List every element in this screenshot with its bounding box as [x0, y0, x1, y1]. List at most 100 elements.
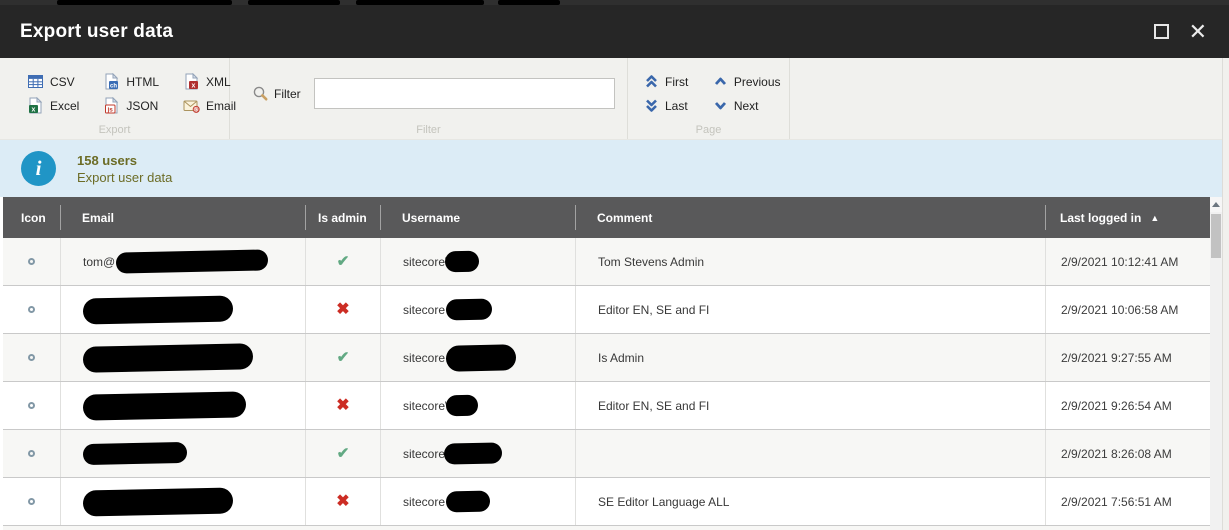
redacted-email: [83, 487, 234, 516]
column-header-last-logged-in[interactable]: Last logged in▲: [1045, 197, 1210, 238]
column-header-username[interactable]: Username: [380, 197, 575, 238]
filter-input[interactable]: [314, 78, 615, 109]
info-bar: i 158 users Export user data: [0, 140, 1229, 197]
page-last-button[interactable]: Last: [644, 98, 697, 113]
redacted-username: [446, 395, 478, 417]
button-label: Excel: [50, 99, 79, 113]
page-previous-button[interactable]: Previous: [713, 74, 789, 89]
last-logged-in-text: 2/9/2021 9:27:55 AM: [1061, 351, 1172, 365]
column-header-comment[interactable]: Comment: [575, 197, 1045, 238]
button-label: First: [665, 75, 688, 89]
dialog-title: Export user data: [20, 21, 173, 43]
export-json-button[interactable]: js JSON: [103, 97, 159, 114]
comment-text: SE Editor Language ALL: [598, 495, 729, 509]
table-row[interactable]: tom@ ✔ sitecore\ Tom Stevens Admin 2/9/2…: [3, 238, 1210, 286]
is-admin-mark: ✖: [336, 302, 349, 318]
close-button[interactable]: ✕: [1189, 21, 1207, 43]
search-icon: [252, 85, 269, 102]
vertical-scrollbar[interactable]: [1210, 197, 1222, 530]
column-header-email[interactable]: Email: [60, 197, 305, 238]
redacted-email: [83, 442, 187, 465]
sort-ascending-icon: ▲: [1150, 213, 1159, 223]
table-row[interactable]: ✖ sitecore SE Editor Language ALL 2/9/20…: [3, 478, 1210, 526]
username-text: sitecore\: [403, 255, 448, 269]
redacted-username: [445, 251, 479, 273]
group-label-filter: Filter: [230, 124, 627, 136]
redaction-mark: [57, 0, 232, 5]
maximize-icon: [1154, 24, 1169, 39]
user-icon: [28, 258, 35, 265]
group-label-export: Export: [0, 124, 229, 136]
username-text: sitecore: [403, 303, 445, 317]
table-row[interactable]: ✔ sitecore 2/9/2021 8:26:08 AM: [3, 430, 1210, 478]
double-chevron-up-icon: [644, 74, 659, 89]
user-icon: [28, 354, 35, 361]
partial-next-row: [3, 526, 1210, 530]
username-text: sitecore: [403, 351, 445, 365]
user-icon: [28, 306, 35, 313]
excel-icon: x: [27, 97, 44, 114]
username-text: sitecore: [403, 447, 445, 461]
svg-text:@: @: [193, 107, 198, 113]
export-html-button[interactable]: ch HTML: [103, 73, 159, 90]
svg-text:ch: ch: [110, 83, 117, 89]
group-label-page: Page: [628, 124, 789, 136]
user-count-text: 158 users: [77, 153, 172, 168]
last-logged-in-text: 2/9/2021 10:12:41 AM: [1061, 255, 1178, 269]
export-csv-button[interactable]: CSV: [27, 73, 79, 90]
comment-text: Tom Stevens Admin: [598, 255, 704, 269]
is-admin-mark: ✔: [337, 254, 350, 269]
chevron-down-icon: [713, 98, 728, 113]
info-subtitle: Export user data: [77, 170, 172, 185]
redacted-username: [446, 491, 490, 513]
redacted-email: [116, 249, 268, 273]
user-icon: [28, 402, 35, 409]
button-label: CSV: [50, 75, 75, 89]
page-next-button[interactable]: Next: [713, 98, 789, 113]
ribbon-group-filter: Filter Filter: [230, 58, 628, 139]
last-logged-in-text: 2/9/2021 10:06:58 AM: [1061, 303, 1178, 317]
button-label: Last: [665, 99, 688, 113]
last-logged-in-text: 2/9/2021 9:26:54 AM: [1061, 399, 1172, 413]
column-header-is-admin[interactable]: Is admin: [305, 197, 380, 238]
ribbon-group-page: First Last Previous Next Page: [628, 58, 790, 139]
button-label: JSON: [126, 99, 158, 113]
redaction-mark: [498, 0, 560, 5]
ribbon-group-export: CSV x Excel ch HTML js JSON x XML @ Emai…: [0, 58, 230, 139]
table-header-row: Icon Email Is admin Username Comment Las…: [3, 197, 1210, 238]
export-email-button[interactable]: @ Email: [183, 97, 236, 114]
table-row[interactable]: ✖ sitecore\ Editor EN, SE and FI 2/9/202…: [3, 382, 1210, 430]
redacted-username: [446, 344, 517, 371]
export-xml-button[interactable]: x XML: [183, 73, 236, 90]
double-chevron-down-icon: [644, 98, 659, 113]
table-row[interactable]: ✔ sitecore Is Admin 2/9/2021 9:27:55 AM: [3, 334, 1210, 382]
export-excel-button[interactable]: x Excel: [27, 97, 79, 114]
chevron-up-icon: [713, 74, 728, 89]
email-text: tom@: [83, 255, 115, 269]
comment-text: Editor EN, SE and FI: [598, 303, 709, 317]
dialog-titlebar: Export user data ✕: [0, 5, 1229, 58]
scrollbar-thumb[interactable]: [1211, 214, 1221, 258]
redacted-username: [444, 442, 502, 464]
is-admin-mark: ✖: [336, 398, 349, 414]
scroll-up-arrow-icon[interactable]: [1210, 197, 1222, 212]
table-row[interactable]: ✖ sitecore Editor EN, SE and FI 2/9/2021…: [3, 286, 1210, 334]
html-icon: ch: [103, 73, 120, 90]
redacted-email: [83, 295, 234, 324]
maximize-button[interactable]: [1154, 24, 1169, 39]
users-table: Icon Email Is admin Username Comment Las…: [3, 197, 1210, 530]
redaction-mark: [248, 0, 340, 5]
page-first-button[interactable]: First: [644, 74, 697, 89]
comment-text: Editor EN, SE and FI: [598, 399, 709, 413]
button-label: HTML: [126, 75, 159, 89]
background-page-sliver: [0, 0, 1229, 5]
column-header-icon[interactable]: Icon: [3, 197, 60, 238]
svg-text:js: js: [107, 106, 114, 113]
csv-icon: [27, 73, 44, 90]
email-icon: @: [183, 97, 200, 114]
filter-field-label: Filter: [274, 87, 301, 101]
user-icon: [28, 450, 35, 457]
dialog-right-edge: [1222, 58, 1229, 530]
button-label: Next: [734, 99, 759, 113]
is-admin-mark: ✔: [337, 446, 350, 461]
